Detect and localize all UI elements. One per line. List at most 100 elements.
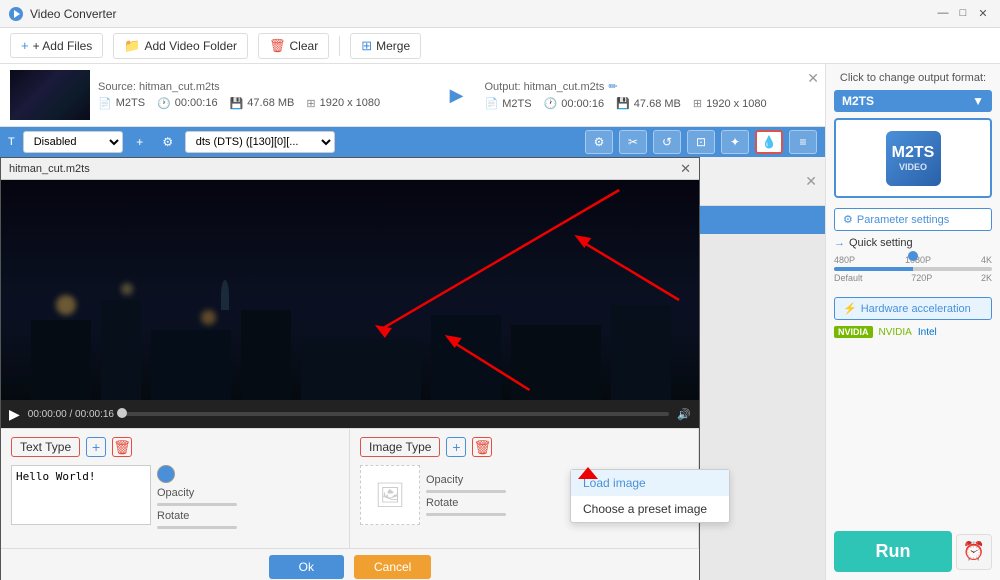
output-meta: 📄 M2TS 🕐 00:00:16 💾 47.68 MB ⊞ <box>485 97 816 110</box>
hardware-acceleration-button[interactable]: ⚡ Hardware acceleration <box>834 297 992 320</box>
video-close-button[interactable]: ✕ <box>680 161 691 177</box>
watermark-tool-btn[interactable]: 💧 <box>755 130 783 154</box>
plus-icon: + <box>21 38 29 53</box>
progress-bar[interactable] <box>122 412 669 416</box>
subtitle-tool-btn[interactable]: ≡ <box>789 130 817 154</box>
format-label: Click to change output format: <box>834 72 992 84</box>
preset-image-item[interactable]: Choose a preset image <box>571 496 729 522</box>
thumbnail <box>10 70 90 120</box>
video-window-titlebar: hitman_cut.m2ts ✕ <box>1 158 699 180</box>
watermark-text-input[interactable]: Hello World! <box>11 465 151 525</box>
source-resolution: ⊞ 1920 x 1080 <box>306 97 380 110</box>
image-opacity-label: Opacity <box>426 474 463 486</box>
title-bar: Video Converter — □ ✕ <box>0 0 1000 28</box>
size-icon: 💾 <box>230 97 244 110</box>
text-watermark-body: Hello World! Opacity <box>11 465 339 529</box>
nvidia-badge: NVIDIA <box>834 326 873 338</box>
chevron-down-icon: ▼ <box>972 94 984 108</box>
source-meta: 📄 M2TS 🕐 00:00:16 💾 47.68 MB ⊞ <box>98 97 429 110</box>
run-area: Run ⏰ <box>834 531 992 572</box>
out-size-icon: 💾 <box>616 97 630 110</box>
source-duration: 🕐 00:00:16 <box>157 97 218 110</box>
close-iron-row-button[interactable]: ✕ <box>805 173 817 190</box>
parameter-settings-button[interactable]: ⚙ Parameter settings <box>834 208 992 231</box>
run-button[interactable]: Run <box>834 531 952 572</box>
enhance-tool-btn[interactable]: ✦ <box>721 130 749 154</box>
right-panel: Click to change output format: M2TS ▼ M2… <box>825 64 1000 580</box>
res-icon: ⊞ <box>306 97 315 110</box>
settings-tool-btn[interactable]: ⚙ <box>585 130 613 154</box>
audio-track-row: T Disabled + ⚙ dts (DTS) ([130][0][... ⚙… <box>0 127 825 157</box>
format-selector-button[interactable]: M2TS ▼ <box>834 90 992 112</box>
cancel-button[interactable]: Cancel <box>354 555 431 579</box>
close-file-row-button[interactable]: ✕ <box>807 70 819 87</box>
add-folder-button[interactable]: 📁 Add Video Folder <box>113 33 248 59</box>
text-icon: T <box>8 136 15 148</box>
format-icon: M2TS VIDEO <box>886 131 941 186</box>
source-format: 📄 M2TS <box>98 97 145 110</box>
quality-bottom-labels: Default 720P 2K <box>834 273 992 283</box>
edit-output-icon[interactable]: ✏ <box>608 80 617 93</box>
image-placeholder: 🖼 <box>360 465 420 525</box>
merge-icon: ⊞ <box>361 38 372 54</box>
ok-button[interactable]: Ok <box>269 555 344 579</box>
subtitle-settings-button[interactable]: ⚙ <box>157 131 179 153</box>
merge-button[interactable]: ⊞ Merge <box>350 33 421 59</box>
rotate-tool-btn[interactable]: ↺ <box>653 130 681 154</box>
arrow-icon: → <box>834 237 845 249</box>
nvidia-label: NVIDIA <box>879 327 912 338</box>
file-icon: 📄 <box>98 97 112 110</box>
opacity-slider[interactable] <box>157 503 237 506</box>
disabled-select[interactable]: Disabled <box>23 131 123 153</box>
delete-text-watermark-button[interactable]: 🗑 <box>112 437 132 457</box>
play-button[interactable]: ▶ <box>9 406 20 423</box>
source-info: Source: hitman_cut.m2ts 📄 M2TS 🕐 00:00:1… <box>98 81 429 110</box>
source-size: 💾 47.68 MB <box>230 97 295 110</box>
color-picker[interactable] <box>157 465 175 483</box>
video-controls: ▶ 00:00:00 / 00:00:16 🔊 <box>1 400 699 428</box>
volume-icon: 🔊 <box>677 408 691 421</box>
toolbar: + + Add Files 📁 Add Video Folder 🗑 Clear… <box>0 28 1000 64</box>
delete-image-watermark-button[interactable]: 🗑 <box>472 437 492 457</box>
dropdown-arrow-indicator <box>578 467 598 479</box>
output-label: Output: hitman_cut.m2ts ✏ <box>485 80 816 93</box>
alarm-button[interactable]: ⏰ <box>956 534 992 570</box>
minimize-button[interactable]: — <box>934 4 952 22</box>
maximize-button[interactable]: □ <box>954 4 972 22</box>
out-res-icon: ⊞ <box>693 97 702 110</box>
image-wm-controls: Opacity Rotate <box>426 465 506 525</box>
format-icon-box: M2TS VIDEO <box>834 118 992 198</box>
add-image-watermark-button[interactable]: + <box>446 437 466 457</box>
source-label: Source: hitman_cut.m2ts <box>98 81 429 93</box>
rotate-slider[interactable] <box>157 526 237 529</box>
video-filename: hitman_cut.m2ts <box>9 163 90 175</box>
window-controls: — □ ✕ <box>934 4 992 22</box>
video-preview-window: hitman_cut.m2ts ✕ <box>0 157 700 580</box>
action-buttons: Ok Cancel <box>1 548 699 580</box>
text-type-label: Text Type <box>11 437 80 457</box>
convert-arrow: ▶ <box>437 85 477 106</box>
clear-button[interactable]: 🗑 Clear <box>258 33 329 59</box>
intel-label: Intel <box>918 327 937 338</box>
settings-icon: ⚙ <box>843 213 853 226</box>
image-panel-header: Image Type + 🗑 <box>360 437 688 457</box>
text-type-panel: Text Type + 🗑 Hello World! <box>1 429 350 548</box>
close-button[interactable]: ✕ <box>974 4 992 22</box>
image-rotate-slider[interactable] <box>426 513 506 516</box>
crop-tool-btn[interactable]: ⊡ <box>687 130 715 154</box>
folder-icon: 📁 <box>124 38 140 54</box>
output-info: Output: hitman_cut.m2ts ✏ 📄 M2TS 🕐 00:00… <box>485 80 816 110</box>
cut-tool-btn[interactable]: ✂ <box>619 130 647 154</box>
image-opacity-slider[interactable] <box>426 490 506 493</box>
add-files-button[interactable]: + + Add Files <box>10 33 103 58</box>
app-icon <box>8 6 24 22</box>
rotate-label: Rotate <box>157 510 189 522</box>
time-display: 00:00:00 / 00:00:16 <box>28 409 114 420</box>
add-text-watermark-button[interactable]: + <box>86 437 106 457</box>
quality-track <box>834 267 992 271</box>
quality-thumb <box>908 251 918 261</box>
divider <box>339 36 340 56</box>
audio-codec-select[interactable]: dts (DTS) ([130][0][... <box>185 131 335 153</box>
text-wm-controls: Opacity Rotate <box>157 465 237 529</box>
add-subtitle-button[interactable]: + <box>129 131 151 153</box>
